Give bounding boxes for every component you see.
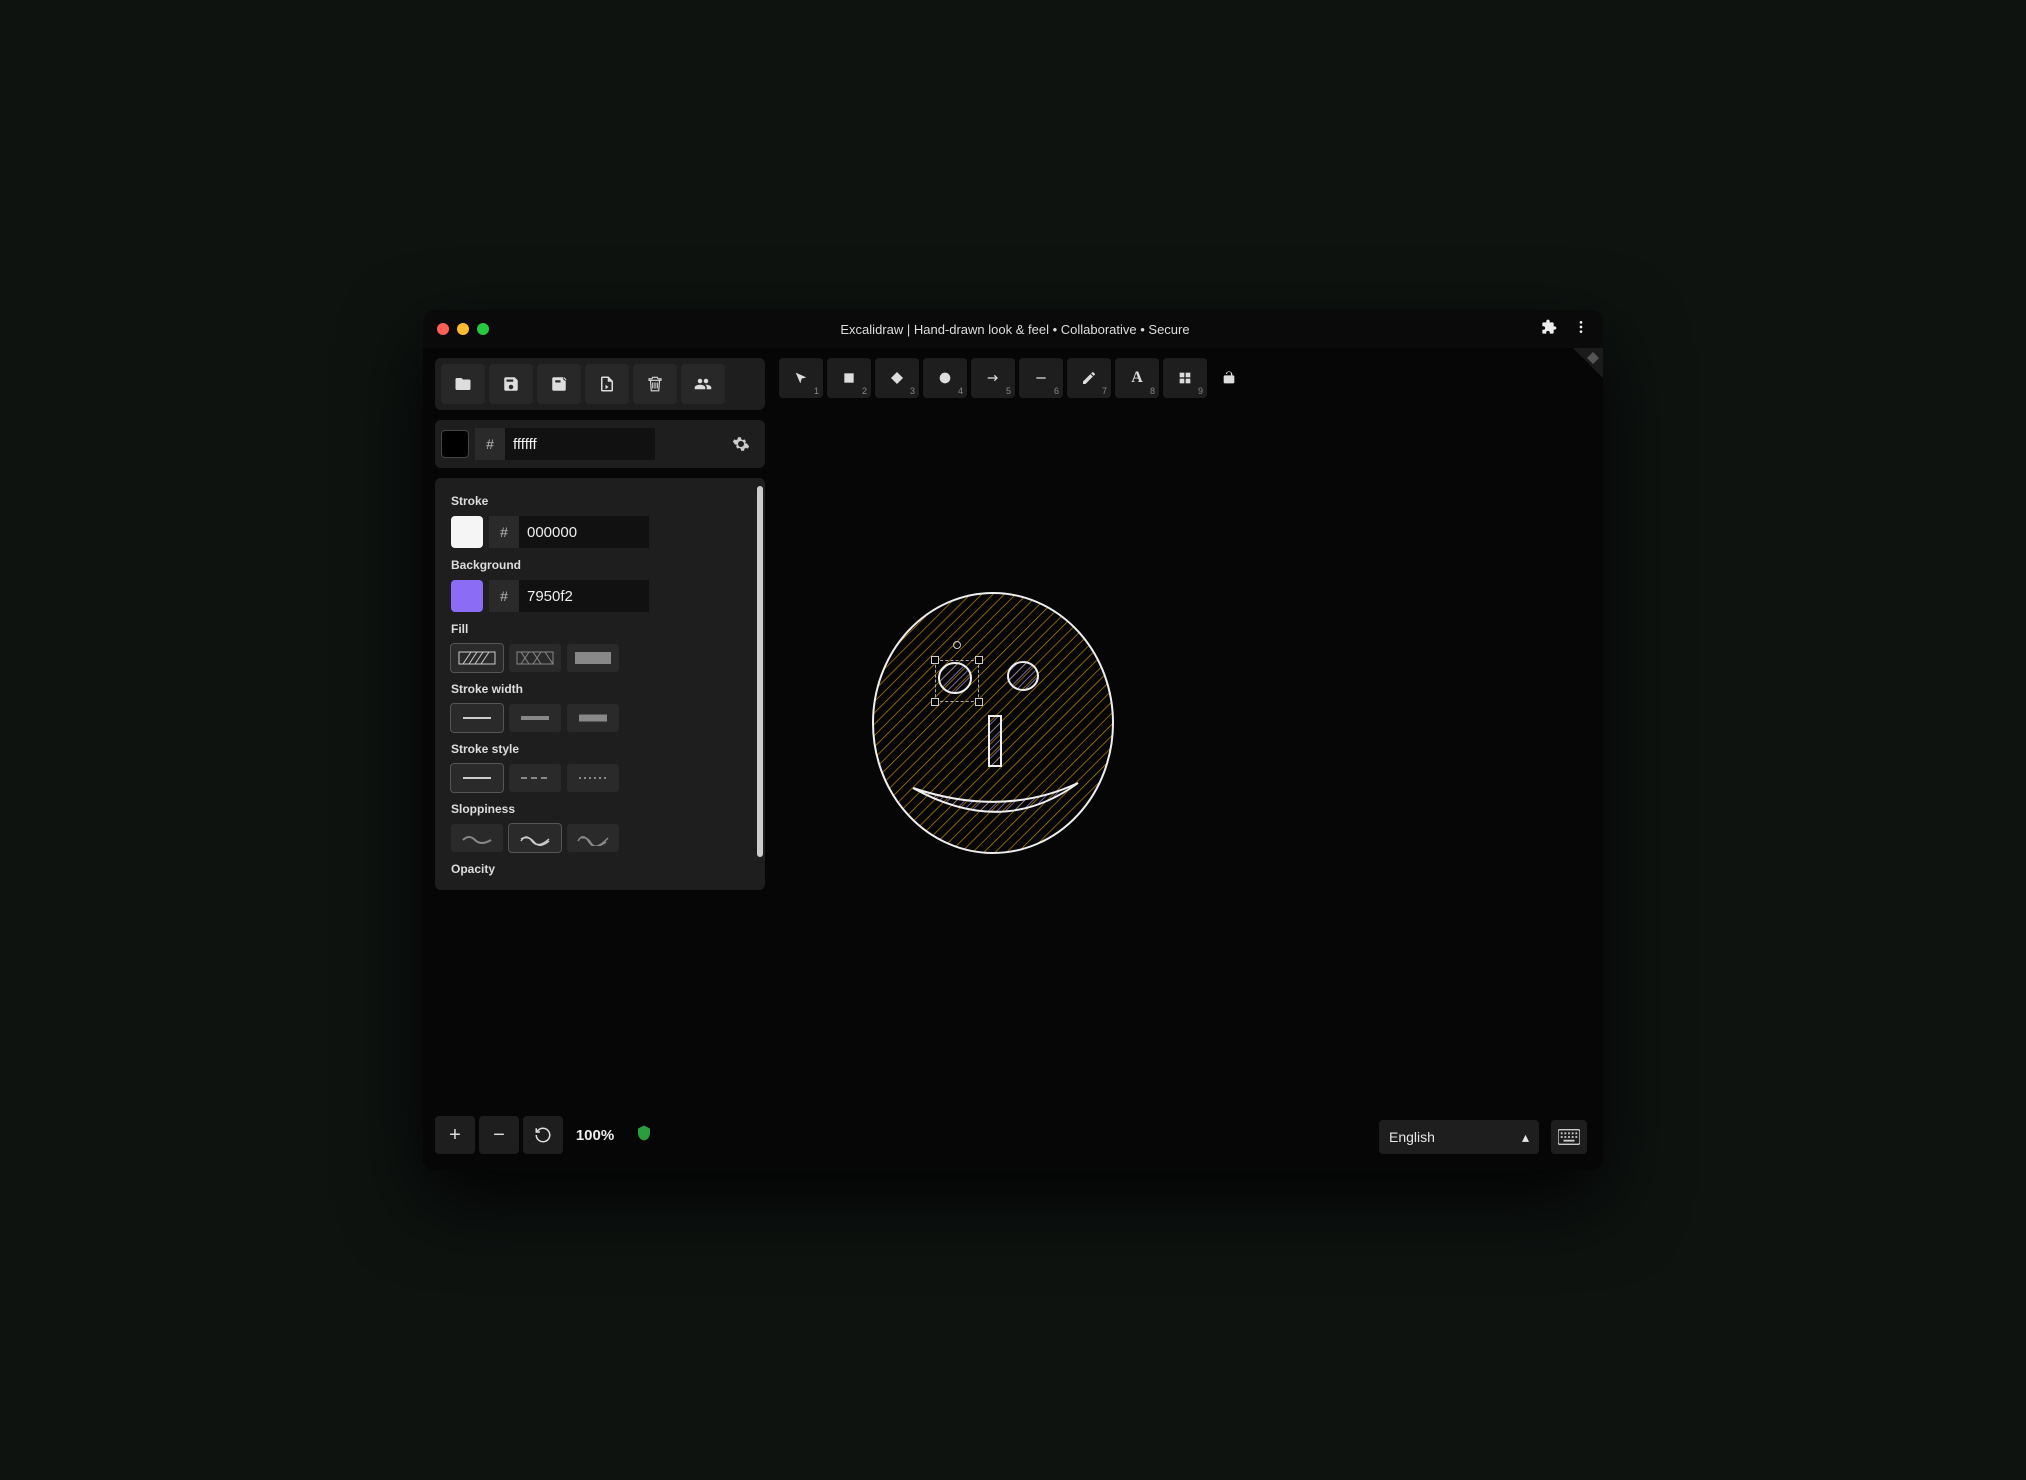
extension-icon[interactable] [1541, 319, 1557, 340]
minimize-window-button[interactable] [457, 323, 469, 335]
titlebar: Excalidraw | Hand-drawn look & feel • Co… [423, 310, 1603, 348]
tool-shortcut: 2 [862, 386, 867, 396]
save-as-button[interactable] [537, 364, 581, 404]
stroke-width-options [451, 704, 749, 732]
slop-artist[interactable] [509, 824, 561, 852]
tool-text[interactable]: A 8 [1115, 358, 1159, 398]
collaborate-button[interactable] [681, 364, 725, 404]
app-window: Excalidraw | Hand-drawn look & feel • Co… [423, 310, 1603, 1170]
titlebar-right [1541, 319, 1589, 340]
fill-cross[interactable] [509, 644, 561, 672]
stroke-med[interactable] [509, 704, 561, 732]
stroke-swatch[interactable] [451, 516, 483, 548]
tool-shortcut: 7 [1102, 386, 1107, 396]
zoom-in-button[interactable]: + [435, 1116, 475, 1154]
hash-label: # [489, 580, 519, 612]
background-color-input[interactable] [519, 580, 649, 612]
tool-rectangle[interactable]: 2 [827, 358, 871, 398]
tool-lock[interactable] [1211, 358, 1247, 398]
stroke-color-input[interactable] [519, 516, 649, 548]
fill-hachure[interactable] [451, 644, 503, 672]
background-label: Background [451, 558, 749, 572]
hash-label: # [475, 428, 505, 460]
stroke-style-label: Stroke style [451, 742, 749, 756]
save-button[interactable] [489, 364, 533, 404]
clear-button[interactable] [633, 364, 677, 404]
window-title: Excalidraw | Hand-drawn look & feel • Co… [489, 322, 1541, 337]
background-swatch[interactable] [451, 580, 483, 612]
stroke-dotted[interactable] [567, 764, 619, 792]
opacity-label: Opacity [451, 862, 749, 876]
canvas-color-input[interactable] [505, 428, 655, 460]
stroke-thin[interactable] [451, 704, 503, 732]
tool-shortcut: 4 [958, 386, 963, 396]
file-toolbar [435, 358, 765, 410]
close-window-button[interactable] [437, 323, 449, 335]
sloppiness-options [451, 824, 749, 852]
canvas-color-swatch[interactable] [441, 430, 469, 458]
tool-shortcut: 1 [814, 386, 819, 396]
footer-left: + − 100% [435, 1116, 653, 1154]
text-glyph: A [1131, 369, 1143, 387]
shape-toolbar: 1 2 3 4 5 6 7 [779, 358, 1247, 398]
stroke-label: Stroke [451, 494, 749, 508]
menu-icon[interactable] [1573, 319, 1589, 340]
tool-ellipse[interactable]: 4 [923, 358, 967, 398]
tool-arrow[interactable]: 5 [971, 358, 1015, 398]
encrypted-icon [635, 1124, 653, 1147]
fill-solid[interactable] [567, 644, 619, 672]
language-select[interactable]: English ▴ [1379, 1120, 1539, 1154]
hash-label: # [489, 516, 519, 548]
stroke-thick[interactable] [567, 704, 619, 732]
canvas-color-island: # [435, 420, 765, 468]
window-controls [437, 323, 489, 335]
sloppiness-label: Sloppiness [451, 802, 749, 816]
open-button[interactable] [441, 364, 485, 404]
footer-right: English ▴ [1379, 1120, 1587, 1154]
stroke-dashed[interactable] [509, 764, 561, 792]
tool-diamond[interactable]: 3 [875, 358, 919, 398]
tool-select[interactable]: 1 [779, 358, 823, 398]
zoom-out-button[interactable]: − [479, 1116, 519, 1154]
fill-label: Fill [451, 622, 749, 636]
fill-options [451, 644, 749, 672]
github-corner-icon[interactable] [1573, 348, 1603, 378]
settings-button[interactable] [723, 426, 759, 462]
slop-cartoonist[interactable] [567, 824, 619, 852]
language-label: English [1389, 1129, 1435, 1145]
tool-shortcut: 3 [910, 386, 915, 396]
tool-shortcut: 5 [1006, 386, 1011, 396]
maximize-window-button[interactable] [477, 323, 489, 335]
tool-shortcut: 6 [1054, 386, 1059, 396]
canvas-drawing [863, 588, 1123, 868]
tool-shortcut: 9 [1198, 386, 1203, 396]
left-panel-stack: # Stroke # Background # [435, 358, 765, 890]
tool-line[interactable]: 6 [1019, 358, 1063, 398]
zoom-reset-button[interactable] [523, 1116, 563, 1154]
stroke-style-options [451, 764, 749, 792]
selection-box[interactable] [935, 660, 979, 702]
tool-shortcut: 8 [1150, 386, 1155, 396]
slop-architect[interactable] [451, 824, 503, 852]
keyboard-shortcuts-button[interactable] [1551, 1120, 1587, 1154]
export-button[interactable] [585, 364, 629, 404]
chevron-up-icon: ▴ [1522, 1129, 1529, 1146]
stroke-solid[interactable] [451, 764, 503, 792]
zoom-level[interactable]: 100% [567, 1116, 623, 1154]
properties-panel: Stroke # Background # Fill [435, 478, 765, 890]
content-area: 1 2 3 4 5 6 7 [423, 348, 1603, 1170]
stroke-width-label: Stroke width [451, 682, 749, 696]
tool-draw[interactable]: 7 [1067, 358, 1111, 398]
tool-library[interactable]: 9 [1163, 358, 1207, 398]
